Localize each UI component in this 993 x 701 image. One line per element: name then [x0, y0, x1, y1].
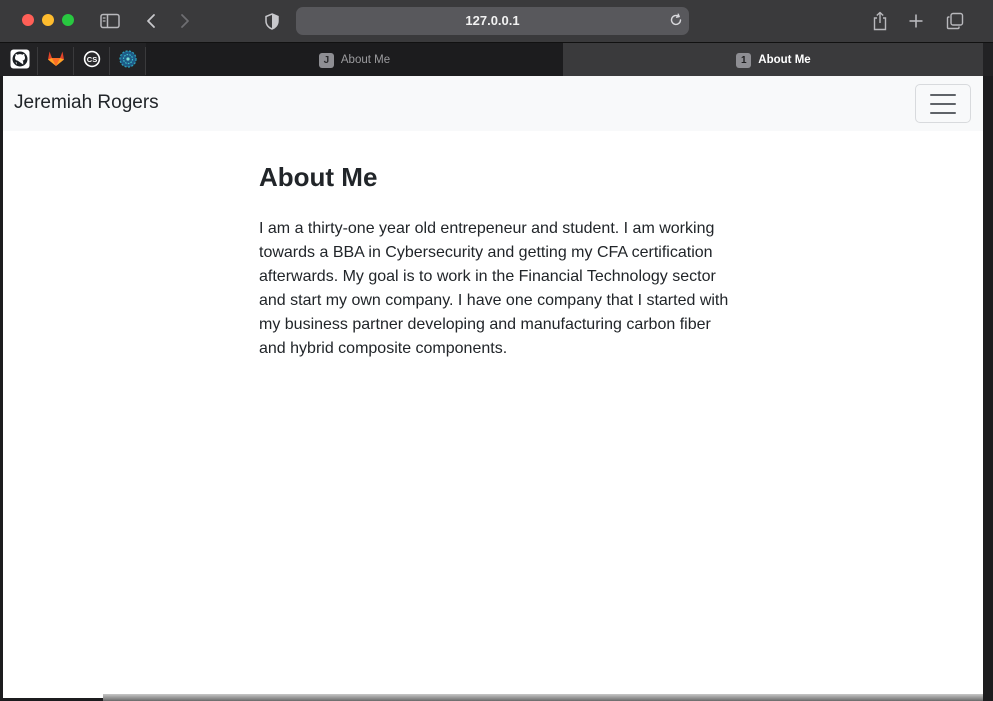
zoom-window-button[interactable] [62, 14, 74, 26]
minimize-window-button[interactable] [42, 14, 54, 26]
hamburger-icon-bar [930, 93, 956, 96]
forward-arrow-icon[interactable] [176, 8, 194, 34]
tab-favicon-badge: J [318, 52, 334, 68]
privacy-shield-icon[interactable] [263, 8, 281, 34]
web-page: Jeremiah Rogers About Me I am a thirty-o… [3, 76, 983, 698]
navbar-brand[interactable]: Jeremiah Rogers [14, 92, 159, 114]
tab-favicon-badge: 1 [736, 52, 752, 68]
browser-toolbar: 127.0.0.1 [0, 0, 993, 42]
close-window-button[interactable] [22, 14, 34, 26]
tab-overview-icon[interactable] [944, 8, 966, 34]
favorite-globe[interactable] [110, 47, 146, 75]
sidebar-toggle-icon[interactable] [98, 8, 122, 34]
about-paragraph: I am a thirty-one year old entrepeneur a… [259, 220, 729, 357]
globe-icon [118, 49, 137, 73]
url-text: 127.0.0.1 [465, 13, 520, 28]
tab-label: About Me [340, 54, 391, 66]
address-bar[interactable]: 127.0.0.1 [296, 7, 689, 35]
hamburger-icon-bar [930, 102, 956, 105]
hamburger-icon-bar [930, 111, 956, 114]
tab-about-me-active[interactable]: 1 About Me [564, 43, 983, 77]
favorite-gitlab[interactable] [38, 47, 74, 75]
navbar-toggler-button[interactable] [915, 84, 971, 123]
background-window-edge [983, 76, 993, 701]
reload-icon[interactable] [669, 13, 683, 32]
page-heading: About Me [259, 162, 378, 192]
svg-text:CS: CS [86, 54, 96, 63]
favorite-cs[interactable]: CS [74, 47, 110, 75]
window-bottom-edge [103, 694, 983, 701]
main-content: About Me I am a thirty-one year old entr… [259, 162, 734, 361]
cs-icon: CS [83, 50, 101, 73]
back-arrow-icon[interactable] [142, 8, 160, 34]
tab-label: About Me [758, 54, 811, 66]
tab-bar: CS J About Me 1 About Me [0, 42, 993, 77]
favorite-github[interactable] [2, 47, 38, 75]
new-tab-plus-icon[interactable] [906, 8, 926, 34]
github-icon [10, 49, 30, 74]
share-icon[interactable] [870, 8, 890, 34]
tab-about-me-inactive[interactable]: J About Me [146, 43, 564, 77]
site-navbar: Jeremiah Rogers [3, 76, 983, 131]
gitlab-icon [47, 50, 65, 72]
